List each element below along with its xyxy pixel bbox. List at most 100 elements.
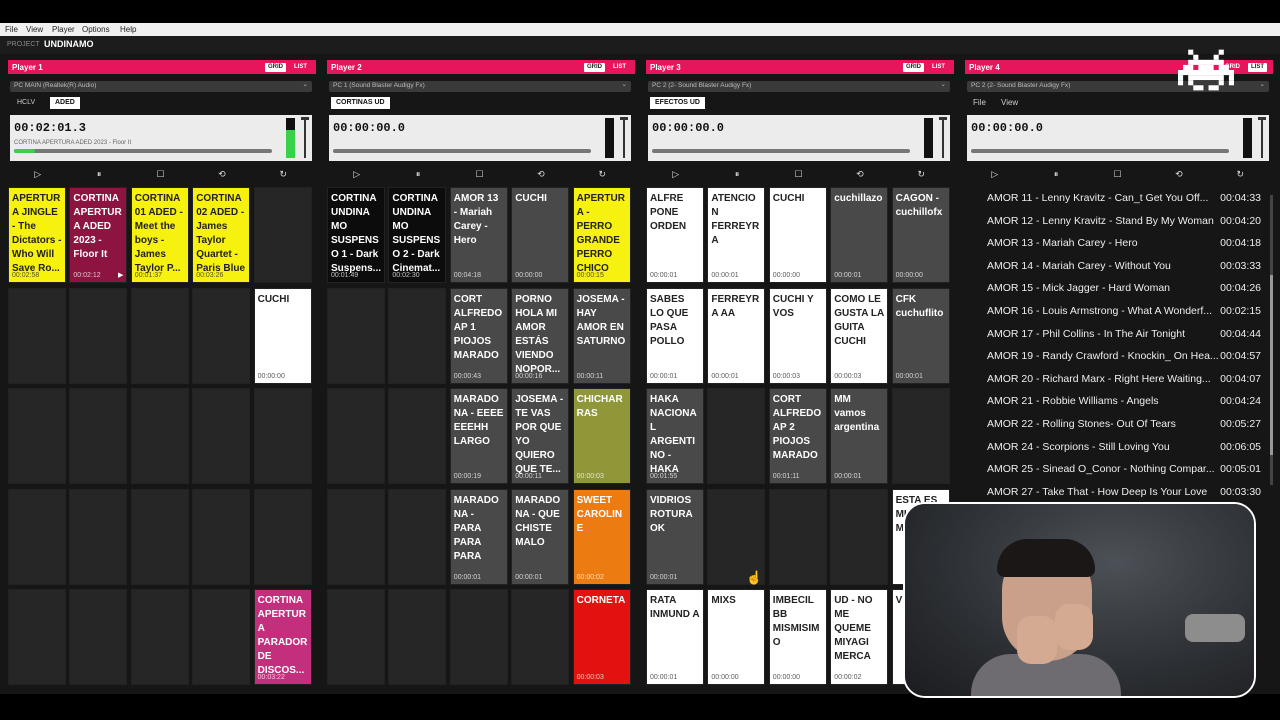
empty-pad[interactable] [388,488,447,585]
pad-button[interactable]: CORTINA 01 ADED - Meet the boys - James … [130,187,189,283]
empty-pad[interactable] [253,488,312,585]
empty-pad[interactable] [830,488,889,585]
list-view-button[interactable]: LIST [291,63,310,72]
empty-pad[interactable] [8,287,66,384]
pad-button[interactable]: APERTUR A - PERRO GRANDE PERRO CHICO 00:0… [572,187,631,283]
empty-pad[interactable] [388,287,447,384]
pad-button[interactable]: CORTINA APERTUR A PARADOR DE DISCOS... 00… [253,589,312,685]
player-menu-view[interactable]: View [1001,98,1018,107]
pad-button[interactable]: CORTINA UNDINA MO SUSPENS O 1 - Dark Sus… [327,187,385,283]
empty-pad[interactable] [768,488,827,585]
repeat-button[interactable]: ↻ [573,166,632,182]
progress-bar[interactable] [14,149,272,153]
playlist-scrollbar[interactable] [1270,195,1273,485]
pad-button[interactable]: CUCHI Y VOS 00:00:03 [768,287,827,384]
volume-fader[interactable] [1258,117,1266,159]
tab-hclv[interactable]: HCLV [12,97,40,109]
playlist-row[interactable]: AMOR 27 - Take That - How Deep Is Your L… [967,481,1269,497]
empty-pad[interactable] [327,388,385,484]
pad-button[interactable]: MARADO NA - QUE CHISTE MALO 00:00:01 [511,488,570,585]
progress-bar[interactable] [333,149,591,153]
pad-button[interactable]: SABES LO QUE PASA POLLO 00:00:01 [646,287,704,384]
loop-button[interactable]: ⟲ [830,166,889,182]
pad-button[interactable]: MARADO NA - PARA PARA PARA 00:00:01 [449,488,508,585]
pad-button[interactable]: AMOR 13 - Mariah Carey - Hero 00:04:18 [449,187,508,283]
pad-button[interactable]: ALFRE PONE ORDEN 00:00:01 [646,187,704,283]
menu-help[interactable]: Help [120,25,136,34]
play-button[interactable]: ▷ [327,166,386,182]
stop-button[interactable]: ☐ [450,166,509,182]
pad-button[interactable]: CAGON - cuchillofx 00:00:00 [891,187,950,283]
empty-pad[interactable] [8,589,66,685]
volume-fader[interactable] [301,117,309,159]
pad-button[interactable]: CUCHI 00:00:00 [253,287,312,384]
playlist-row[interactable]: AMOR 13 - Mariah Carey - Hero 00:04:18 [967,232,1269,255]
empty-pad[interactable] [388,589,447,685]
pad-button[interactable]: CORTINA UNDINA MO SUSPENS O 2 - Dark Cin… [388,187,447,283]
pad-button[interactable]: CORT ALFREDO AP 1 PIOJOS MARADO 00:00:43 [449,287,508,384]
empty-pad[interactable] [192,488,251,585]
playlist-row[interactable]: AMOR 12 - Lenny Kravitz - Stand By My Wo… [967,210,1269,233]
pause-button[interactable]: ⏸ [388,166,447,182]
playlist-row[interactable]: AMOR 14 - Mariah Carey - Without You 00:0… [967,255,1269,278]
pad-button[interactable]: COMO LE GUSTA LA GUITA CUCHI 00:00:03 [830,287,889,384]
empty-pad[interactable] [327,589,385,685]
empty-pad[interactable] [69,589,128,685]
stop-button[interactable]: ☐ [769,166,828,182]
playlist-row[interactable]: AMOR 17 - Phil Collins - In The Air Toni… [967,323,1269,346]
pad-button[interactable]: CORNETA 00:00:03 [572,589,631,685]
playlist-row[interactable]: AMOR 21 - Robbie Williams - Angels 00:04:… [967,390,1269,413]
loop-button[interactable]: ⟲ [511,166,570,182]
stop-button[interactable]: ☐ [131,166,190,182]
audio-device-select[interactable]: PC 2 (2- Sound Blaster Audigy Fx) [648,80,950,92]
list-view-button[interactable]: LIST [929,63,948,72]
pad-button[interactable]: CHICHAR RAS 00:00:03 [572,388,631,484]
menu-view[interactable]: View [26,25,43,34]
empty-pad[interactable] [8,388,66,484]
pad-button[interactable]: PORNO HOLA MI AMOR ESTÁS VIENDO NOPOR...… [511,287,570,384]
empty-pad[interactable] [388,388,447,484]
pause-button[interactable]: ⏸ [707,166,766,182]
volume-fader[interactable] [939,117,947,159]
empty-pad[interactable] [192,287,251,384]
repeat-button[interactable]: ↻ [254,166,313,182]
volume-fader[interactable] [620,117,628,159]
play-button[interactable]: ▷ [965,166,1024,182]
play-button[interactable]: ▷ [646,166,705,182]
progress-bar[interactable] [971,149,1229,153]
pad-button[interactable]: RATA INMUND A 00:00:01 [646,589,704,685]
tab-efectos-ud[interactable]: EFECTOS UD [650,97,705,109]
playlist-row[interactable]: AMOR 11 - Lenny Kravitz - Can_t Get You … [967,187,1269,210]
pause-button[interactable]: ⏸ [1026,166,1085,182]
empty-pad[interactable] [192,388,251,484]
menu-player[interactable]: Player [52,25,75,34]
pad-button[interactable]: CORTINA 02 ADED - James Taylor Quartet -… [192,187,251,283]
empty-pad[interactable] [449,589,508,685]
tab-cortinas-ud[interactable]: CORTINAS UD [331,97,390,109]
playlist-row[interactable]: AMOR 25 - Sinead O_Conor - Nothing Compa… [967,458,1269,481]
loop-button[interactable]: ⟲ [1149,166,1208,182]
empty-pad[interactable] [69,488,128,585]
playlist-row[interactable]: AMOR 15 - Mick Jagger - Hard Woman 00:04:… [967,277,1269,300]
tab-aded[interactable]: ADED [50,97,80,109]
empty-pad[interactable] [69,388,128,484]
empty-pad[interactable] [253,388,312,484]
pad-button[interactable]: cuchillazo 00:00:01 [830,187,889,283]
repeat-button[interactable]: ↻ [892,166,951,182]
pad-button[interactable]: CUCHI 00:00:00 [511,187,570,283]
pad-button[interactable]: JOSEMA - HAY AMOR EN SATURNO 00:00:11 [572,287,631,384]
empty-pad[interactable] [69,287,128,384]
pad-button[interactable]: CORTINA APERTUR A ADED 2023 - Floor It 00… [69,187,128,283]
empty-pad[interactable] [130,488,189,585]
playlist-row[interactable]: AMOR 16 - Louis Armstrong - What A Wonde… [967,300,1269,323]
loop-button[interactable]: ⟲ [192,166,251,182]
audio-device-select[interactable]: PC 1 (Sound Blaster Audigy Fx) [329,80,631,92]
pad-button[interactable]: MARADO NA - EEEE EEEHH LARGO 00:00:19 [449,388,508,484]
pad-button[interactable]: CUCHI 00:00:00 [768,187,827,283]
empty-pad[interactable] [192,589,251,685]
pad-button[interactable]: MM vamos argentina 00:00:01 [830,388,889,484]
pad-button[interactable]: APERTUR A JINGLE - The Dictators - Who W… [8,187,66,283]
list-view-button[interactable]: LIST [610,63,629,72]
pad-button[interactable]: HAKA NACIONA L ARGENTI NO - HAKA 00:01:55 [646,388,704,484]
empty-pad[interactable] [130,589,189,685]
